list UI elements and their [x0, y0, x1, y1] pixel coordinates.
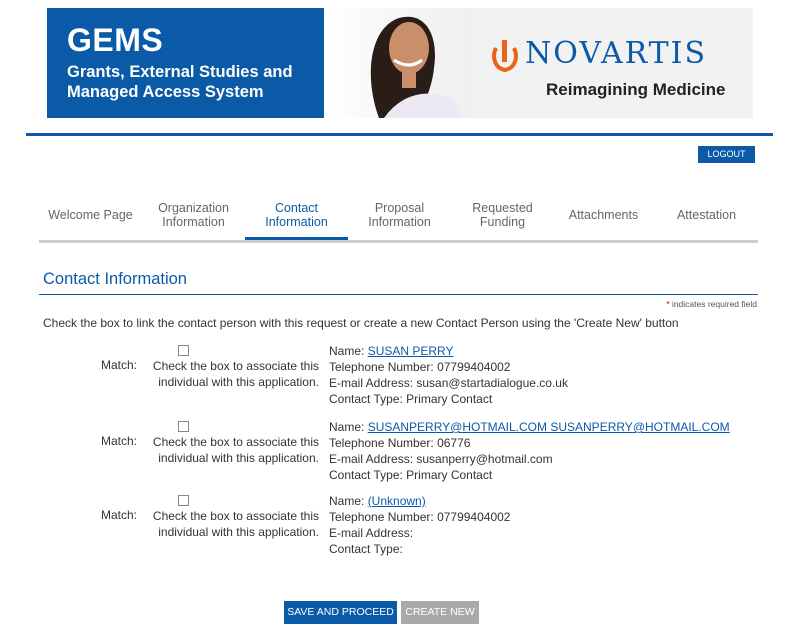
contact-type: Contact Type: Primary Contact	[329, 468, 493, 482]
contact-name-link[interactable]: SUSAN PERRY	[368, 344, 454, 358]
contact-name-line: Name: SUSANPERRY@HOTMAIL.COM SUSANPERRY@…	[329, 419, 730, 435]
create-new-button[interactable]: CREATE NEW	[401, 601, 479, 624]
required-note-text: indicates required field	[671, 299, 757, 309]
brand-tagline: Reimagining Medicine	[546, 80, 726, 99]
match-help-text: Check the box to associate this individu…	[152, 359, 319, 389]
contact-phone: Telephone Number: 07799404002	[329, 360, 511, 374]
header-divider	[26, 133, 773, 136]
tab-organization-information[interactable]: Organization Information	[142, 192, 245, 237]
header-banner: GEMS Grants, External Studies and Manage…	[47, 8, 753, 118]
contact-phone: Telephone Number: 06776	[329, 436, 471, 450]
section-title: Contact Information	[43, 270, 187, 288]
contact-email: E-mail Address:	[329, 526, 414, 540]
contact-email: E-mail Address: susan@startadialogue.co.…	[329, 376, 568, 390]
contact-type: Contact Type:	[329, 542, 403, 556]
contact-name-link[interactable]: (Unknown)	[368, 494, 426, 508]
contact-email: E-mail Address: susanperry@hotmail.com	[329, 452, 553, 466]
contact-row: Match: Check the box to associate this i…	[0, 419, 786, 489]
contact-name-line: Name: (Unknown)	[329, 493, 510, 509]
step-tabs: Welcome Page Organization Information Co…	[39, 192, 758, 243]
instructions-text: Check the box to link the contact person…	[43, 316, 679, 330]
novartis-brand: NOVARTIS Reimagining Medicine	[474, 8, 753, 118]
section-divider	[39, 294, 758, 295]
tab-welcome-page[interactable]: Welcome Page	[39, 192, 142, 237]
name-label: Name:	[329, 344, 365, 358]
name-label: Name:	[329, 420, 365, 434]
active-tab-indicator	[245, 237, 348, 240]
tab-proposal-information[interactable]: Proposal Information	[348, 192, 451, 237]
woman-photo-illustration	[370, 16, 464, 118]
contact-row: Match: Check the box to associate this i…	[0, 343, 786, 413]
match-checkbox[interactable]	[178, 345, 189, 356]
contact-type: Contact Type: Primary Contact	[329, 392, 493, 406]
name-label: Name:	[329, 494, 365, 508]
contact-details: Name: SUSAN PERRY Telephone Number: 0779…	[329, 343, 568, 407]
save-and-proceed-button[interactable]: SAVE AND PROCEED	[284, 601, 397, 624]
gems-panel: GEMS Grants, External Studies and Manage…	[47, 8, 324, 118]
tab-attestation[interactable]: Attestation	[655, 192, 758, 237]
contact-row: Match: Check the box to associate this i…	[0, 493, 786, 563]
match-checkbox[interactable]	[178, 421, 189, 432]
logout-button[interactable]: LOGOUT	[698, 146, 755, 163]
match-checkbox[interactable]	[178, 495, 189, 506]
contact-name-line: Name: SUSAN PERRY	[329, 343, 568, 359]
match-label: Match:	[101, 434, 138, 448]
required-star: *	[666, 299, 670, 309]
banner-photo	[324, 8, 474, 118]
contact-name-link[interactable]: SUSANPERRY@HOTMAIL.COM SUSANPERRY@HOTMAI…	[368, 420, 730, 434]
tab-contact-information[interactable]: Contact Information	[245, 192, 348, 237]
match-label: Match:	[101, 358, 138, 372]
match-help-text: Check the box to associate this individu…	[152, 435, 319, 465]
required-field-note: * indicates required field	[600, 299, 757, 309]
match-label: Match:	[101, 508, 138, 522]
novartis-logo-icon	[492, 40, 518, 72]
contact-details: Name: (Unknown) Telephone Number: 077994…	[329, 493, 510, 557]
match-help-text: Check the box to associate this individu…	[152, 509, 319, 539]
contact-phone: Telephone Number: 07799404002	[329, 510, 511, 524]
tab-requested-funding[interactable]: Requested Funding	[451, 192, 554, 237]
contact-details: Name: SUSANPERRY@HOTMAIL.COM SUSANPERRY@…	[329, 419, 730, 483]
gems-subtitle: Grants, External Studies and Managed Acc…	[67, 63, 293, 101]
gems-title: GEMS	[67, 22, 164, 58]
tab-attachments[interactable]: Attachments	[552, 192, 655, 237]
novartis-wordmark: NOVARTIS	[525, 36, 708, 71]
